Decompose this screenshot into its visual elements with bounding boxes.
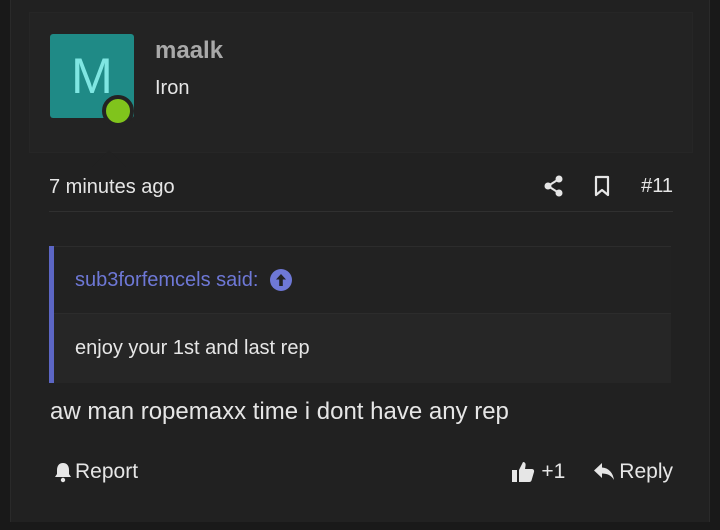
post-number-link[interactable]: #11 bbox=[641, 175, 673, 198]
arrow-up-circle-icon[interactable] bbox=[270, 269, 293, 291]
report-label: Report bbox=[75, 460, 139, 483]
username[interactable]: maalk bbox=[155, 37, 223, 65]
post-meta: 7 minutes ago #11 bbox=[49, 160, 673, 212]
share-icon[interactable] bbox=[543, 172, 565, 200]
bookmark-icon[interactable] bbox=[591, 172, 613, 200]
quote-block: sub3forfemcels said: enjoy your 1st and … bbox=[49, 246, 671, 383]
reply-label: Reply bbox=[619, 460, 673, 483]
reply-button[interactable]: Reply bbox=[593, 460, 673, 484]
quote-body: enjoy your 1st and last rep bbox=[75, 336, 310, 359]
post-actions: +1 Reply bbox=[511, 460, 673, 484]
post-time[interactable]: 7 minutes ago bbox=[49, 176, 175, 199]
like-count: +1 bbox=[541, 460, 566, 483]
user-block: M maalk Iron bbox=[29, 12, 693, 167]
quote-author[interactable]: sub3forfemcels said: bbox=[75, 269, 258, 292]
like-button[interactable]: +1 bbox=[511, 460, 565, 484]
post-message: aw man ropemaxx time i dont have any rep bbox=[50, 398, 509, 425]
bell-icon bbox=[55, 463, 71, 483]
user-title: Iron bbox=[155, 77, 190, 99]
post-meta-actions: #11 bbox=[543, 172, 673, 200]
reply-icon bbox=[594, 463, 615, 480]
post-footer: Report +1 Reply bbox=[53, 460, 673, 494]
thumbs-up-icon bbox=[512, 462, 535, 482]
report-button[interactable]: Report bbox=[53, 460, 138, 484]
post-card: M maalk Iron 7 minutes ago #11 sub3forfe… bbox=[10, 0, 710, 522]
online-status-dot bbox=[102, 95, 134, 127]
quote-header[interactable]: sub3forfemcels said: bbox=[54, 246, 671, 314]
